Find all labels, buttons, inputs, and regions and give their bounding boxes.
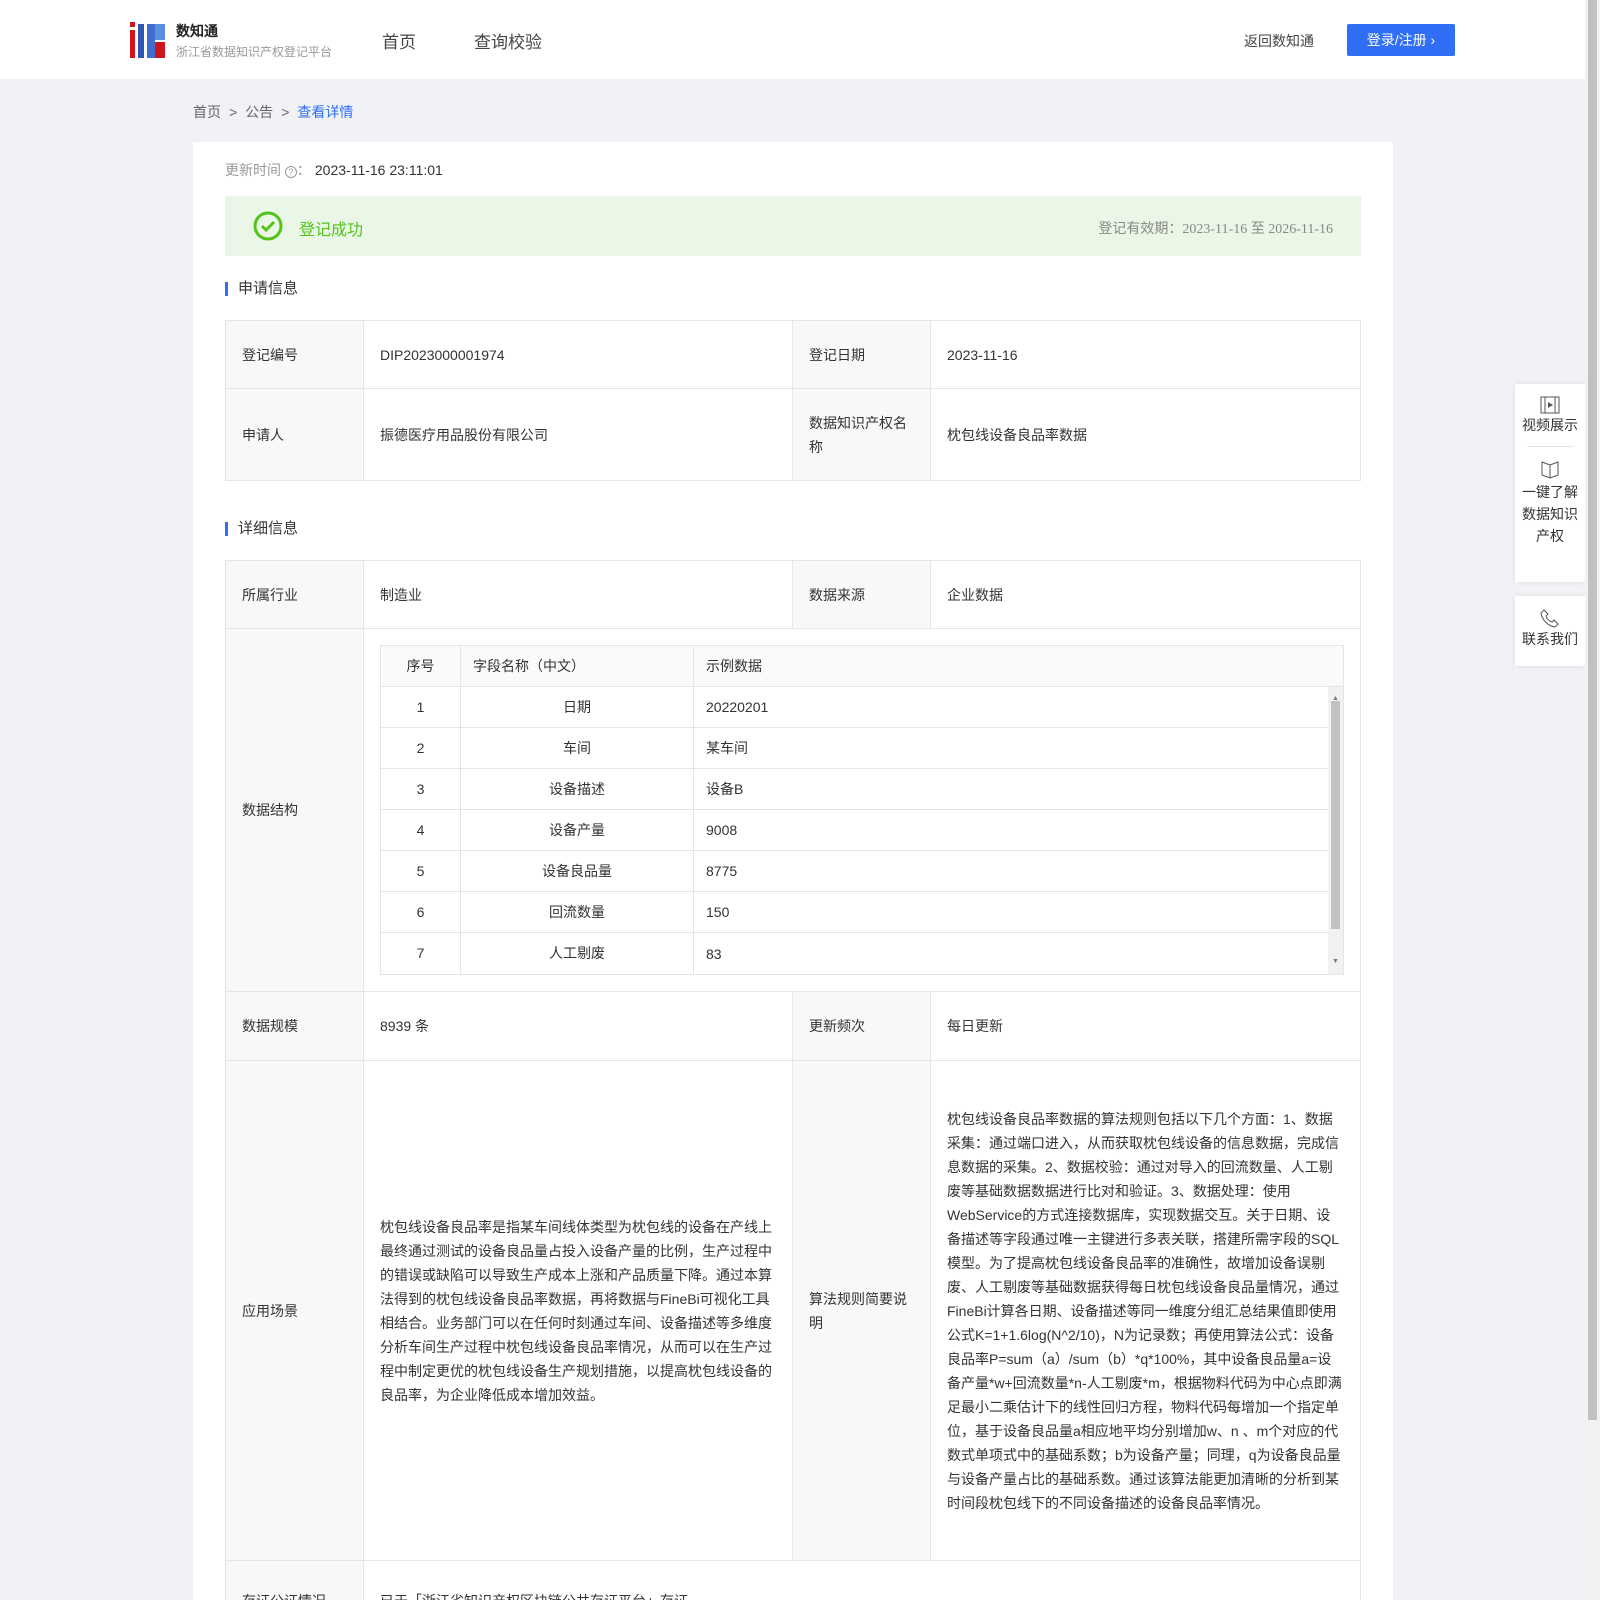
status-text: 登记成功 — [299, 222, 364, 239]
learn-button[interactable]: 一键了解数据知识产权 — [1515, 459, 1585, 547]
brand-subtitle: 浙江省数据知识产权登记平台 — [176, 45, 333, 59]
row-field: 人工剔废 — [461, 933, 694, 974]
row-field: 设备描述 — [461, 769, 694, 809]
video-icon — [1540, 396, 1560, 414]
ip-name-label: 数据知识产权名称 — [792, 388, 931, 481]
scene-label: 应用场景 — [225, 1060, 364, 1561]
cert-value: 已于「浙江省知识产权区块链公共存证平台」存证 — [363, 1560, 1361, 1600]
freq-value: 每日更新 — [930, 991, 1361, 1061]
reg-date-value: 2023-11-16 — [930, 320, 1361, 389]
row-index: 5 — [381, 851, 461, 891]
crumb-home[interactable]: 首页 — [193, 104, 221, 120]
row-sample: 设备B — [706, 781, 744, 797]
applicant-label: 申请人 — [225, 388, 364, 481]
logo[interactable] — [130, 22, 166, 58]
structure-header: 序号 字段名称（中文） 示例数据 — [381, 646, 1343, 687]
row-field: 日期 — [461, 687, 694, 727]
row-sample: 9008 — [706, 822, 738, 838]
reg-no-value: DIP2023000001974 — [363, 320, 793, 389]
algo-label: 算法规则简要说明 — [792, 1060, 931, 1561]
freq-label: 更新频次 — [792, 991, 931, 1061]
update-label: 更新时间 — [225, 162, 281, 178]
brand-name: 数知通 — [176, 23, 218, 39]
industry-label: 所属行业 — [225, 560, 364, 629]
col-sample: 示例数据 — [706, 658, 762, 674]
row-index: 2 — [381, 728, 461, 768]
row-sample: 某车间 — [706, 740, 748, 756]
structure-scrollbar[interactable]: ▲ ▼ — [1328, 687, 1343, 974]
validity-period: 登记有效期：2023-11-16 至 2026-11-16 — [1098, 222, 1333, 237]
structure-row: 6 回流数量 150 — [381, 892, 1343, 933]
row-field: 设备产量 — [461, 810, 694, 850]
reg-date-label: 登记日期 — [792, 320, 931, 389]
row-field: 车间 — [461, 728, 694, 768]
update-value: 2023-11-16 23:11:01 — [314, 162, 443, 178]
float-sidebar: 视频展示 一键了解数据知识产权 — [1515, 384, 1585, 582]
source-value: 企业数据 — [930, 560, 1361, 629]
structure-label: 数据结构 — [225, 628, 364, 992]
detail-info-table: 所属行业 制造业 数据来源 企业数据 数据结构 序号 字段名称（中文） 示例数据 1 日期 2… — [225, 560, 1361, 1600]
phone-icon — [1540, 609, 1559, 628]
crumb-notice[interactable]: 公告 — [245, 104, 273, 120]
row-sample: 83 — [706, 945, 722, 962]
scale-label: 数据规模 — [225, 991, 364, 1061]
row-index: 3 — [381, 769, 461, 809]
row-index: 4 — [381, 810, 461, 850]
structure-row: 1 日期 20220201 — [381, 687, 1343, 728]
status-banner: 登记成功 登记有效期：2023-11-16 至 2026-11-16 — [225, 196, 1361, 256]
scene-value: 枕包线设备良品率是指某车间线体类型为枕包线的设备在产线上最终通过测试的设备良品量… — [363, 1060, 793, 1561]
nav-home[interactable]: 首页 — [382, 28, 416, 53]
help-icon[interactable]: ? — [284, 166, 297, 178]
detail-card: 更新时间 ?： 2023-11-16 23:11:01 登记成功 登记有效期：20… — [193, 142, 1393, 1600]
page-scrollbar[interactable] — [1585, 0, 1600, 1600]
update-time: 更新时间 ?： 2023-11-16 23:11:01 — [225, 162, 443, 178]
section-detail-title: 详细信息 — [225, 521, 298, 536]
book-icon — [1541, 461, 1559, 479]
row-field: 设备良品量 — [461, 851, 694, 891]
structure-row: 2 车间 某车间 — [381, 728, 1343, 769]
row-sample: 150 — [706, 904, 730, 920]
check-circle-icon — [253, 211, 283, 241]
section-apply-title: 申请信息 — [225, 281, 298, 296]
source-label: 数据来源 — [792, 560, 931, 629]
structure-row: 3 设备描述 设备B — [381, 769, 1343, 810]
structure-row: 5 设备良品量 8775 — [381, 851, 1343, 892]
nav-query[interactable]: 查询校验 — [474, 28, 542, 53]
structure-cell: 序号 字段名称（中文） 示例数据 1 日期 20220201 2 车间 某车间 3 设备描述 设备B… — [363, 628, 1361, 992]
top-header: 数知通 浙江省数据知识产权登记平台 首页 查询校验 返回数知通 登录/注册 › — [0, 0, 1585, 79]
video-label: 视频展示 — [1522, 417, 1578, 433]
row-index: 6 — [381, 892, 461, 932]
crumb-current: 查看详情 — [297, 104, 354, 120]
ip-name-value: 枕包线设备良品率数据 — [930, 388, 1361, 481]
row-sample: 20220201 — [706, 699, 769, 715]
col-field: 字段名称（中文） — [461, 646, 694, 686]
structure-table: 序号 字段名称（中文） 示例数据 1 日期 20220201 2 车间 某车间 3 设备描述 设备B… — [380, 645, 1344, 975]
structure-row: 7 人工剔废 83 — [381, 933, 1343, 974]
structure-row: 4 设备产量 9008 — [381, 810, 1343, 851]
industry-value: 制造业 — [363, 560, 793, 629]
col-index: 序号 — [381, 646, 461, 686]
structure-body[interactable]: 1 日期 20220201 2 车间 某车间 3 设备描述 设备B 4 设备产量 9008 5 设备良品量… — [381, 687, 1343, 974]
contact-label: 联系我们 — [1522, 631, 1578, 647]
apply-info-table: 登记编号 DIP2023000001974 登记日期 2023-11-16 申请人 振德… — [225, 320, 1361, 481]
reg-no-label: 登记编号 — [225, 320, 364, 389]
scale-value: 8939 条 — [363, 991, 793, 1061]
row-field: 回流数量 — [461, 892, 694, 932]
row-index: 7 — [381, 933, 461, 974]
row-index: 1 — [381, 687, 461, 727]
login-button[interactable]: 登录/注册 › — [1347, 24, 1455, 56]
row-sample: 8775 — [706, 863, 738, 879]
learn-label: 一键了解数据知识产权 — [1522, 484, 1578, 544]
video-button[interactable]: 视频展示 — [1515, 384, 1585, 436]
back-link[interactable]: 返回数知通 — [1244, 31, 1314, 51]
cert-label: 存证公证情况 — [225, 1560, 364, 1600]
algo-value: 枕包线设备良品率数据的算法规则包括以下几个方面：1、数据采集：通过端口进入，从而… — [930, 1060, 1361, 1561]
breadcrumb: 首页 > 公告 > 查看详情 — [193, 104, 354, 120]
applicant-value: 振德医疗用品股份有限公司 — [363, 388, 793, 481]
contact-button[interactable]: 联系我们 — [1515, 596, 1585, 666]
